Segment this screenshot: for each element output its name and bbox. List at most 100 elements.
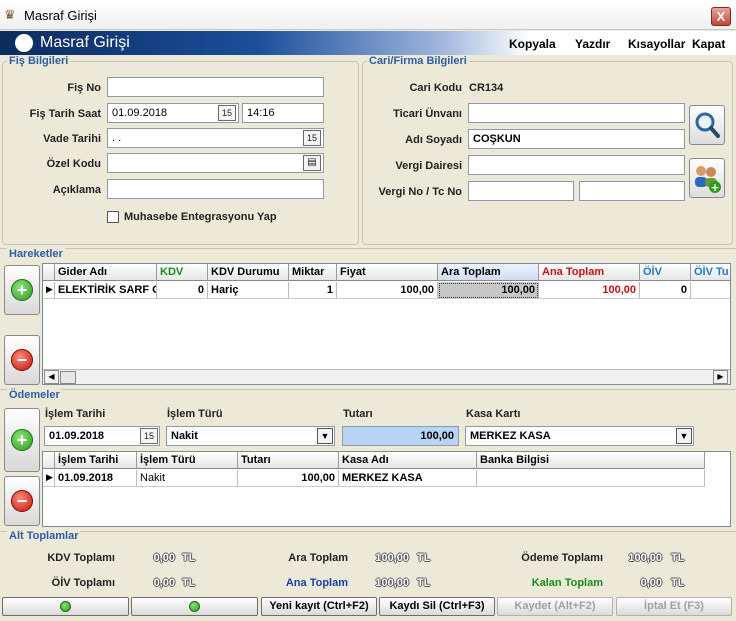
cell-islem-turu[interactable]: Nakit xyxy=(137,470,238,487)
cell-miktar[interactable]: 1 xyxy=(289,282,337,299)
ozel-kodu-input[interactable] xyxy=(107,153,324,173)
aciklama-input[interactable] xyxy=(107,179,324,199)
cell-ara-toplam[interactable]: 100,00 xyxy=(438,282,539,299)
vergi-dairesi-input[interactable] xyxy=(468,155,685,175)
odemeler-grid[interactable]: İşlem Tarihi İşlem Türü Tutarı Kasa Adı … xyxy=(42,451,731,527)
islem-tarihi-calendar-icon[interactable]: 15 xyxy=(140,428,158,444)
vergi-no-input[interactable] xyxy=(468,181,574,201)
odeme-toplami-currency: TL xyxy=(671,552,685,564)
cell-ana-toplam[interactable]: 100,00 xyxy=(539,282,640,299)
cell-kasa-adi[interactable]: MERKEZ KASA xyxy=(339,470,477,487)
col-gider-adi[interactable]: Gider Adı xyxy=(55,264,157,281)
menu-yazdir[interactable]: Yazdır xyxy=(575,37,610,51)
menu-kapat[interactable]: Kapat xyxy=(692,37,725,51)
kaydi-sil-button[interactable]: Kaydı Sil (Ctrl+F3) xyxy=(379,597,495,616)
cari-search-button[interactable] xyxy=(689,105,725,145)
col-miktar[interactable]: Miktar xyxy=(289,264,337,281)
cell-tutari[interactable]: 100,00 xyxy=(238,470,339,487)
kaydet-button[interactable]: Kaydet (Alt+F2) xyxy=(497,597,613,616)
iptal-et-button[interactable]: İptal Et (F3) xyxy=(616,597,732,616)
kasa-karti-select[interactable]: MERKEZ KASA ▼ xyxy=(465,426,694,446)
col-oiv-tutar[interactable]: ÖİV Tu xyxy=(691,264,730,281)
minus-icon: − xyxy=(11,349,33,371)
islem-turu-select[interactable]: Nakit ▼ xyxy=(166,426,335,446)
cell-kdv-durumu[interactable]: Hariç xyxy=(208,282,289,299)
cari-bilgileri-title: Cari/Firma Bilgileri xyxy=(367,55,469,67)
close-button[interactable]: X xyxy=(711,7,731,26)
vade-calendar-icon[interactable]: 15 xyxy=(303,130,321,146)
islem-turu-value: Nakit xyxy=(171,430,198,442)
muhasebe-checkbox[interactable] xyxy=(107,211,119,223)
scroll-right-icon[interactable]: ▶ xyxy=(713,370,728,384)
ozel-kodu-lookup-icon[interactable]: ▤ xyxy=(303,155,321,171)
window-title: Masraf Girişi xyxy=(24,8,97,23)
hareketler-title: Hareketler xyxy=(7,248,65,260)
menu-kopyala[interactable]: Kopyala xyxy=(509,37,556,51)
ticari-unvan-input[interactable] xyxy=(468,103,685,123)
col-ana-toplam[interactable]: Ana Toplam xyxy=(539,264,640,281)
prev-arrow-icon xyxy=(60,600,71,612)
form-header: Masraf Girişi Kopyala Yazdır Kısayollar … xyxy=(0,31,736,55)
cell-oiv[interactable]: 0 xyxy=(640,282,691,299)
col-kasa-adi[interactable]: Kasa Adı xyxy=(339,452,477,469)
kdv-toplami-value: 0,00 xyxy=(153,552,175,564)
fis-saat-input[interactable]: 14:16 xyxy=(242,103,324,123)
odemeler-divider xyxy=(0,389,736,390)
previous-record-button[interactable] xyxy=(2,597,129,616)
plus-icon: + xyxy=(11,429,33,451)
col-oiv[interactable]: ÖİV xyxy=(640,264,691,281)
minus-icon: − xyxy=(11,490,33,512)
kalan-toplam-label: Kalan Toplam xyxy=(531,577,603,589)
col-kdv[interactable]: KDV xyxy=(157,264,208,281)
fis-bilgileri-title: Fiş Bilgileri xyxy=(7,55,71,67)
next-record-button[interactable] xyxy=(131,597,258,616)
cari-kodu-label: Cari Kodu xyxy=(409,82,462,94)
col-kdv-durumu[interactable]: KDV Durumu xyxy=(208,264,289,281)
horizontal-scrollbar[interactable]: ◀ ▶ xyxy=(43,369,730,384)
cell-banka-bilgisi[interactable] xyxy=(477,470,705,487)
islem-turu-label: İşlem Türü xyxy=(167,408,223,420)
odeme-add-button[interactable]: + xyxy=(4,408,40,472)
hareketler-grid[interactable]: Gider Adı KDV KDV Durumu Miktar Fiyat Ar… xyxy=(42,263,731,385)
yeni-kayit-button[interactable]: Yeni kayıt (Ctrl+F2) xyxy=(261,597,377,616)
scroll-thumb[interactable] xyxy=(60,371,76,384)
cell-fiyat[interactable]: 100,00 xyxy=(337,282,438,299)
fis-no-input[interactable] xyxy=(107,77,324,97)
tutari-label: Tutarı xyxy=(343,408,373,420)
chevron-down-icon[interactable]: ▼ xyxy=(317,428,333,444)
col-tutari[interactable]: Tutarı xyxy=(238,452,339,469)
vade-tarihi-label: Vade Tarihi xyxy=(43,133,101,145)
col-banka-bilgisi[interactable]: Banka Bilgisi xyxy=(477,452,705,469)
ara-toplam-currency: TL xyxy=(417,552,431,564)
cari-add-button[interactable]: + xyxy=(689,158,725,198)
vade-tarihi-input[interactable]: . . xyxy=(107,128,324,148)
hareket-remove-button[interactable]: − xyxy=(4,335,40,385)
col-ara-toplam[interactable]: Ara Toplam xyxy=(438,264,539,281)
fis-tarih-label: Fiş Tarih Saat xyxy=(29,108,101,120)
ara-toplam-value: 100,00 xyxy=(375,552,409,564)
ozel-kodu-label: Özel Kodu xyxy=(46,158,101,170)
fis-tarih-calendar-icon[interactable]: 15 xyxy=(218,105,236,121)
hareket-add-button[interactable]: + xyxy=(4,265,40,315)
col-islem-tarihi[interactable]: İşlem Tarihi xyxy=(55,452,137,469)
cell-gider-adi[interactable]: ELEKTİRİK SARF G xyxy=(55,282,157,299)
tutari-input[interactable]: 100,00 xyxy=(342,426,459,446)
ara-toplam-label: Ara Toplam xyxy=(288,552,348,564)
cell-oiv-tutar[interactable] xyxy=(691,282,730,299)
ana-toplam-label: Ana Toplam xyxy=(285,577,348,589)
add-users-icon: + xyxy=(695,166,721,194)
col-islem-turu[interactable]: İşlem Türü xyxy=(137,452,238,469)
chevron-down-icon[interactable]: ▼ xyxy=(676,428,692,444)
scroll-left-icon[interactable]: ◀ xyxy=(44,370,59,384)
row-pointer-icon: ▶ xyxy=(43,470,55,487)
vergi-dairesi-label: Vergi Dairesi xyxy=(395,160,462,172)
cell-islem-tarihi[interactable]: 01.09.2018 xyxy=(55,470,137,487)
adi-soyadi-input[interactable]: COŞKUN xyxy=(468,129,685,149)
islem-tarihi-value: 01.09.2018 xyxy=(49,430,105,442)
odeme-remove-button[interactable]: − xyxy=(4,476,40,526)
tc-no-input[interactable] xyxy=(579,181,685,201)
form-title: Masraf Girişi xyxy=(40,34,130,51)
cell-kdv[interactable]: 0 xyxy=(157,282,208,299)
col-fiyat[interactable]: Fiyat xyxy=(337,264,438,281)
menu-kisayollar[interactable]: Kısayollar xyxy=(628,37,685,51)
